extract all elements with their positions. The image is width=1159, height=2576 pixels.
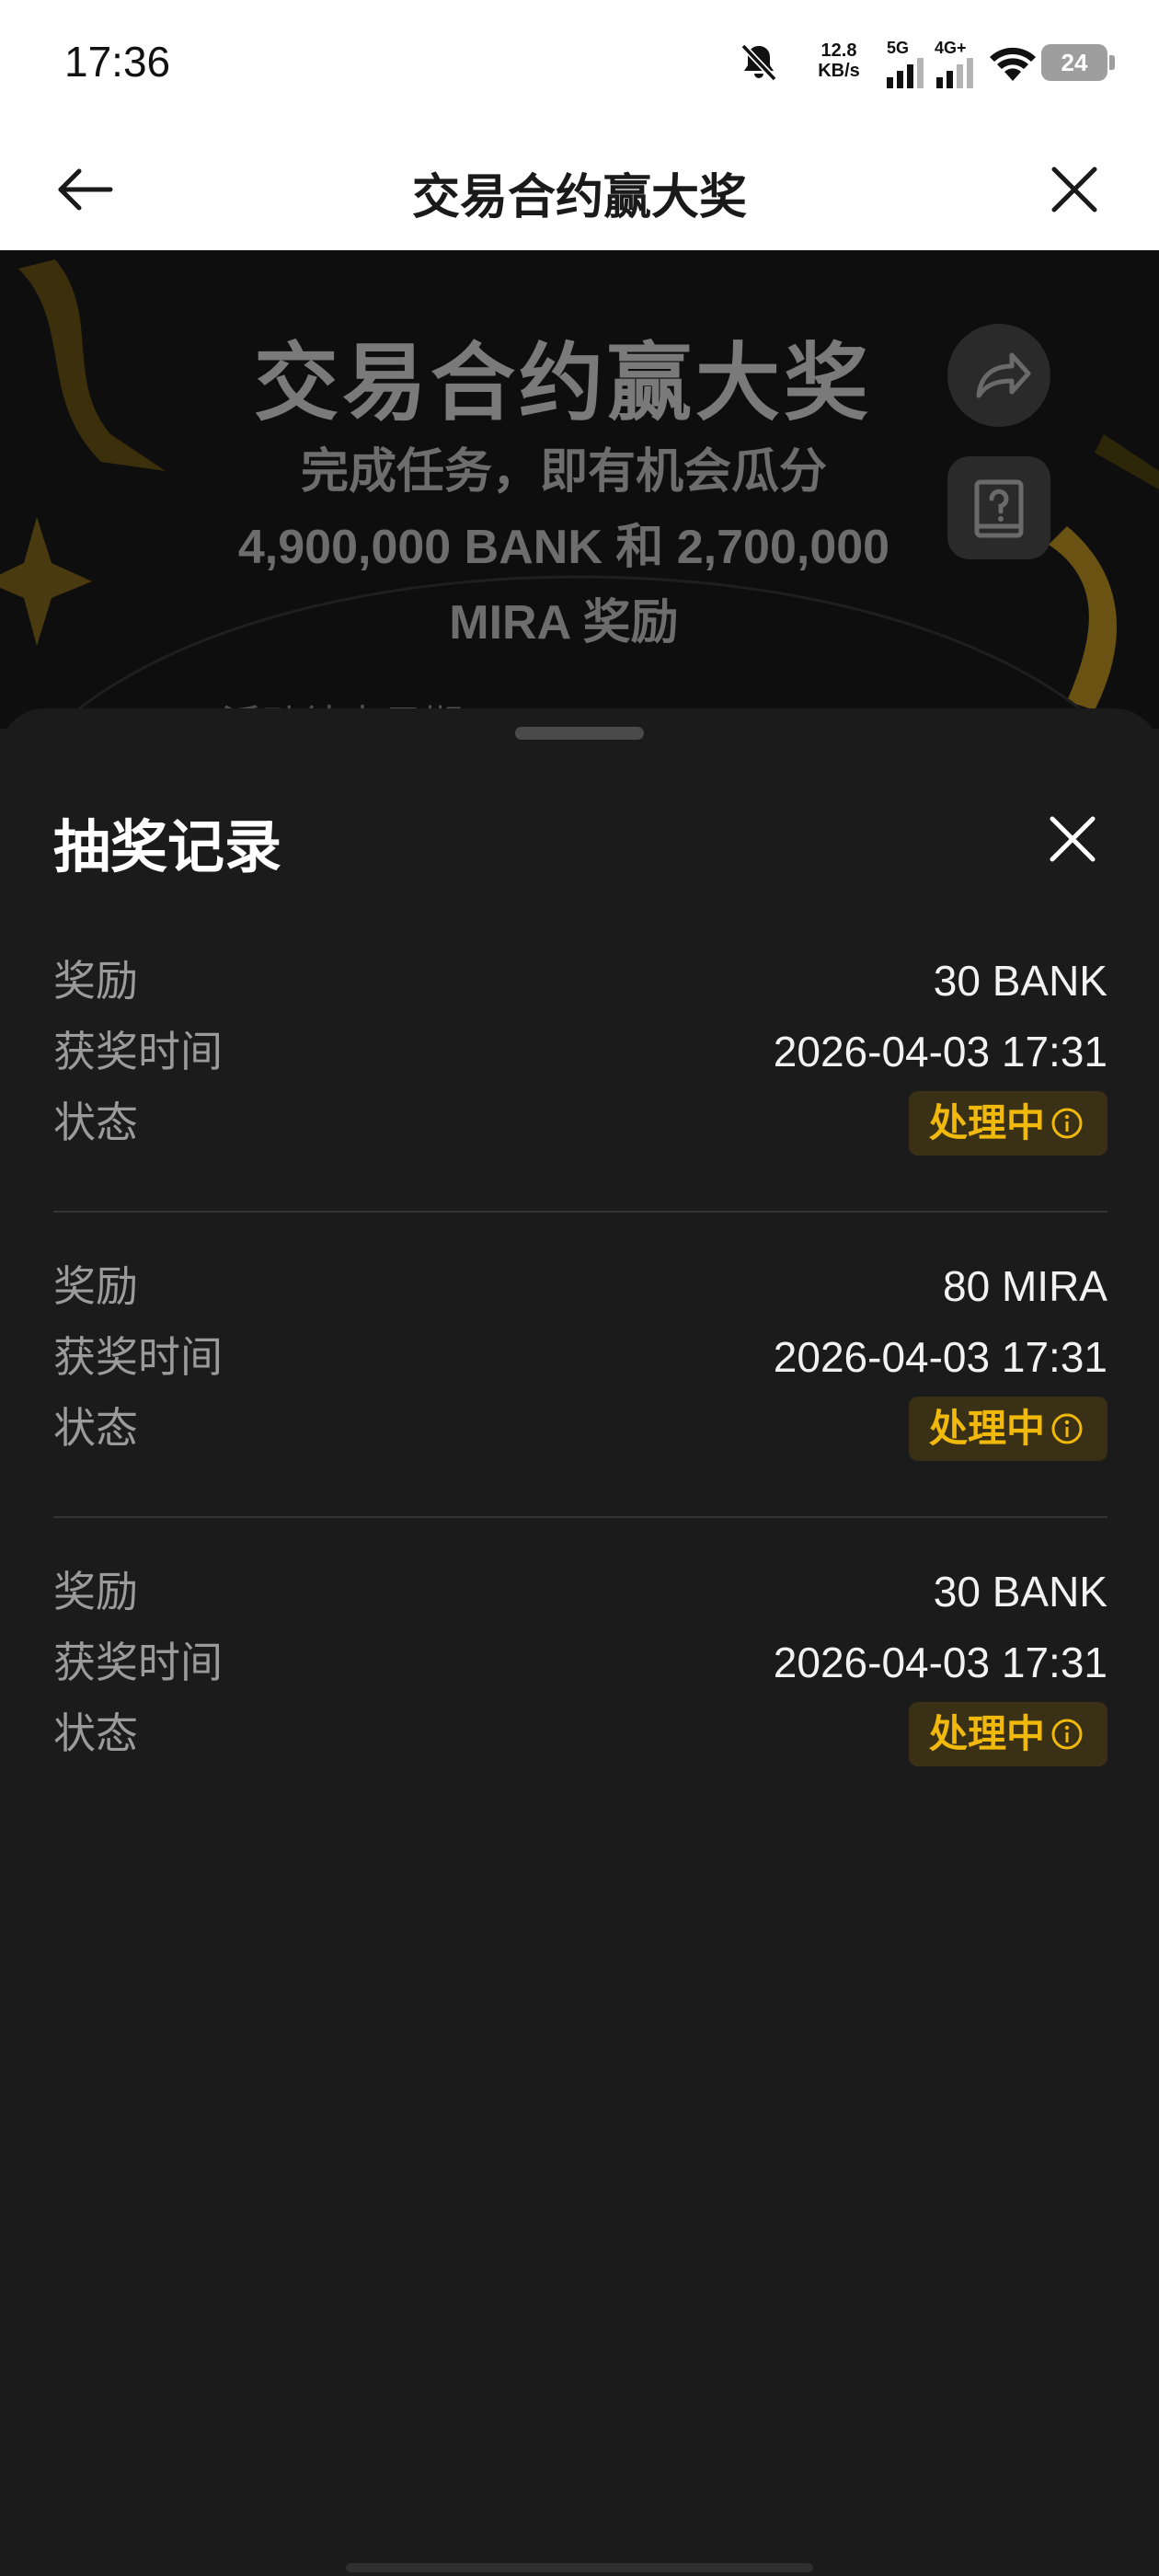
status-badge[interactable]: 处理中 (909, 1397, 1107, 1461)
info-icon (1051, 1413, 1083, 1444)
net-speed: 12.8 KB/s (818, 40, 860, 81)
status-bar: 17:36 12.8 KB/s 5G 4G+ 24 (0, 0, 1159, 127)
win-time-value: 2026-04-03 17:31 (773, 1639, 1107, 1686)
sim1-label: 5G (887, 39, 910, 57)
banner-subtitle: 完成任务，即有机会瓜分 4,900,000 BANK 和 2,700,000 M… (237, 445, 890, 650)
share-button[interactable] (947, 324, 1050, 427)
status-text: 处理中 (929, 1407, 1046, 1450)
page-title: 交易合约赢大奖 (411, 171, 747, 224)
reward-label: 奖励 (53, 957, 138, 1005)
status-badge[interactable]: 处理中 (909, 1091, 1107, 1156)
status-label: 状态 (53, 1709, 138, 1757)
signal-icon (936, 58, 973, 88)
divider (53, 1516, 1107, 1518)
reward-value: 30 BANK (933, 1568, 1107, 1616)
share-icon (976, 352, 1031, 398)
battery-icon: 24 (1041, 44, 1107, 81)
close-icon[interactable] (1039, 806, 1106, 872)
battery-tip (1109, 55, 1115, 70)
win-time-label: 获奖时间 (53, 1333, 223, 1381)
reward-label: 奖励 (53, 1262, 138, 1310)
signal-icon (887, 58, 924, 88)
status-time: 17:36 (64, 38, 171, 86)
status-label: 状态 (53, 1404, 138, 1452)
rules-button[interactable] (947, 456, 1050, 559)
win-time-label: 获奖时间 (53, 1639, 223, 1686)
sheet-title: 抽奖记录 (53, 816, 282, 880)
status-text: 处理中 (929, 1101, 1046, 1144)
win-time-label: 获奖时间 (53, 1028, 223, 1075)
reward-value: 80 MIRA (943, 1262, 1107, 1310)
status-badge[interactable]: 处理中 (909, 1702, 1107, 1766)
question-book-icon (974, 479, 1024, 538)
status-icons: 12.8 KB/s 5G 4G+ 24 (727, 35, 1159, 90)
wifi-icon (990, 47, 1036, 81)
status-label: 状态 (53, 1098, 138, 1146)
bell-muted-icon (740, 43, 777, 82)
reward-label: 奖励 (53, 1568, 138, 1616)
home-indicator[interactable] (346, 2563, 813, 2572)
record-item: 奖励 80 MIRA 获奖时间 2026-04-03 17:31 状态 处理中 (53, 1259, 1107, 1564)
sim2-label: 4G+ (935, 39, 967, 57)
promo-banner: 交易合约赢大奖 完成任务，即有机会瓜分 4,900,000 BANK 和 2,7… (0, 250, 1159, 729)
sheet-drag-handle[interactable] (515, 727, 644, 740)
status-text: 处理中 (929, 1712, 1046, 1755)
win-time-value: 2026-04-03 17:31 (773, 1028, 1107, 1075)
divider (53, 1211, 1107, 1213)
close-icon[interactable] (1041, 156, 1107, 223)
info-icon (1051, 1108, 1083, 1139)
win-time-value: 2026-04-03 17:31 (773, 1333, 1107, 1381)
record-item: 奖励 30 BANK 获奖时间 2026-04-03 17:31 状态 处理中 (53, 953, 1107, 1259)
record-item: 奖励 30 BANK 获奖时间 2026-04-03 17:31 状态 处理中 (53, 1564, 1107, 1869)
info-icon (1051, 1719, 1083, 1750)
reward-value: 30 BANK (933, 957, 1107, 1005)
header: 交易合约赢大奖 (0, 127, 1159, 250)
